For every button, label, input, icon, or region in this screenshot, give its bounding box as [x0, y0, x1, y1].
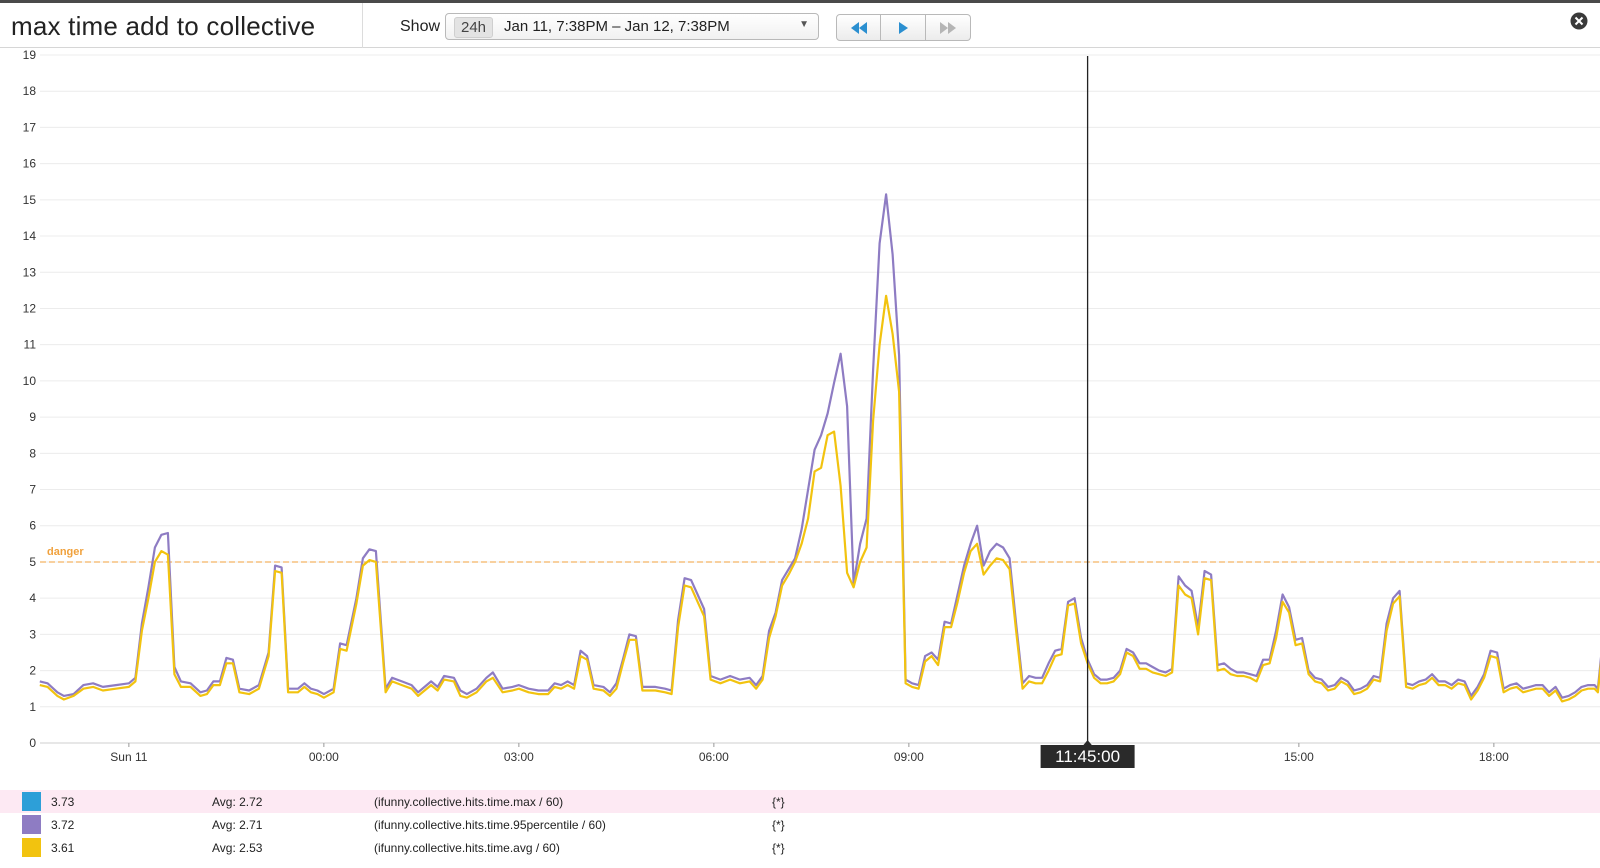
- y-tick-label: 14: [23, 229, 37, 243]
- legend-row-max[interactable]: 3.73 Avg: 2.72 (ifunny.collective.hits.t…: [0, 790, 1600, 813]
- y-tick-label: 6: [29, 519, 36, 533]
- y-tick-label: 15: [23, 193, 37, 207]
- legend-query: (ifunny.collective.hits.time.avg / 60): [374, 841, 560, 855]
- legend-swatch-max: [22, 792, 41, 811]
- play-button[interactable]: [881, 14, 926, 41]
- dropdown-caret-icon: ▼: [799, 19, 809, 30]
- x-tick-label: Sun 11: [110, 750, 147, 764]
- x-tick-label: 06:00: [699, 750, 729, 764]
- legend-avg: Avg: 2.72: [212, 795, 263, 809]
- fast-forward-button[interactable]: [926, 14, 971, 41]
- x-axis: Sun 11 00:00 03:00 06:00 09:00 15:00 18:00: [110, 743, 1509, 764]
- legend-query: (ifunny.collective.hits.time.max / 60): [374, 795, 564, 809]
- rewind-icon: [850, 21, 867, 34]
- show-label: Show: [400, 18, 441, 35]
- legend-query: (ifunny.collective.hits.time.95percentil…: [374, 818, 606, 832]
- crosshair-time-label: 11:45:00: [1055, 747, 1120, 766]
- y-tick-label: 9: [29, 410, 36, 424]
- y-tick-label: 4: [29, 591, 36, 605]
- y-tick-label: 5: [29, 555, 36, 569]
- legend-value: 3.61: [51, 841, 75, 855]
- range-text: Jan 11, 7:38PM – Jan 12, 7:38PM: [504, 18, 730, 35]
- chart-title: max time add to collective: [11, 11, 316, 41]
- legend-avg: Avg: 2.71: [212, 818, 263, 832]
- legend-avg: Avg: 2.53: [212, 841, 263, 855]
- danger-threshold: danger: [40, 546, 1600, 563]
- y-tick-label: 16: [23, 157, 37, 171]
- series-lines: [39, 193, 1600, 703]
- legend-value: 3.72: [51, 818, 75, 832]
- series-line-p95: [39, 193, 1600, 699]
- legend-swatch-p95: [22, 815, 41, 834]
- x-tick-label: 00:00: [309, 750, 339, 764]
- range-duration-badge: 24h: [454, 17, 494, 38]
- y-tick-label: 3: [29, 627, 36, 641]
- x-tick-label: 09:00: [894, 750, 924, 764]
- y-axis: 012345678910111213141516171819: [23, 49, 37, 750]
- time-range-select[interactable]: 24h Jan 11, 7:38PM – Jan 12, 7:38PM ▼: [445, 13, 819, 40]
- series-line-avg: [39, 294, 1600, 703]
- legend-row-avg[interactable]: 3.61 Avg: 2.53 (ifunny.collective.hits.t…: [0, 836, 1600, 859]
- timeseries-chart: 012345678910111213141516171819 Sun 11 00:…: [23, 49, 1600, 768]
- x-tick-label: 03:00: [504, 750, 534, 764]
- fast-forward-icon: [940, 21, 956, 34]
- y-tick-label: 17: [23, 120, 37, 134]
- danger-threshold-label: danger: [47, 546, 84, 558]
- play-icon: [899, 21, 908, 34]
- grid: [40, 54, 1600, 744]
- y-tick-label: 8: [29, 446, 36, 460]
- rewind-button[interactable]: [836, 14, 881, 41]
- y-tick-label: 1: [29, 700, 36, 714]
- y-tick-label: 0: [29, 736, 36, 750]
- x-tick-label: 18:00: [1479, 750, 1509, 764]
- crosshair[interactable]: 11:45:00: [1040, 56, 1135, 768]
- x-tick-label: 15:00: [1284, 750, 1314, 764]
- y-tick-label: 12: [23, 301, 37, 315]
- legend-scope: {*}: [772, 818, 785, 832]
- title-divider: [362, 3, 363, 48]
- y-tick-label: 19: [23, 49, 37, 62]
- y-tick-label: 10: [23, 374, 37, 388]
- legend-row-p95[interactable]: 3.72 Avg: 2.71 (ifunny.collective.hits.t…: [0, 813, 1600, 836]
- y-tick-label: 7: [29, 483, 36, 497]
- legend-scope: {*}: [772, 841, 785, 855]
- chart-header-bar: max time add to collective Show 24h Jan …: [0, 0, 1600, 48]
- legend-value: 3.73: [51, 795, 75, 809]
- close-circle-icon[interactable]: [1570, 12, 1588, 30]
- y-tick-label: 11: [24, 338, 37, 352]
- y-tick-label: 13: [23, 265, 37, 279]
- legend-scope: {*}: [772, 795, 785, 809]
- y-tick-label: 18: [23, 84, 37, 98]
- y-tick-label: 2: [29, 664, 36, 678]
- legend-swatch-avg: [22, 838, 41, 857]
